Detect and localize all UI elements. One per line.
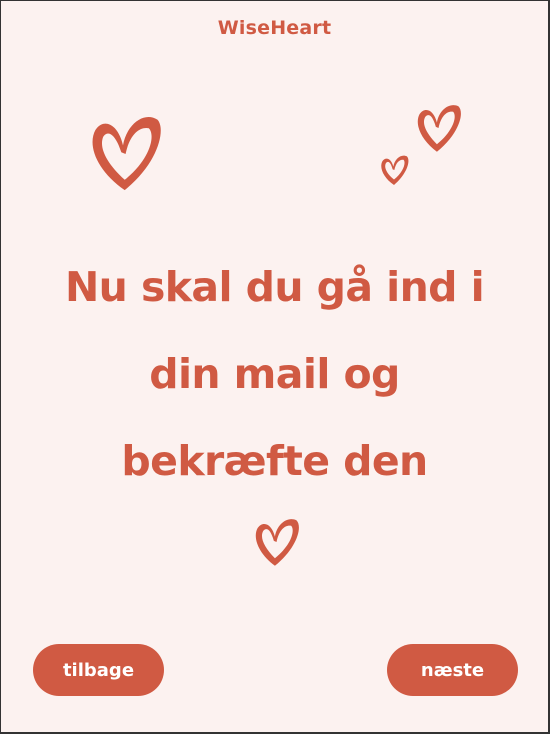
next-button[interactable]: næste [387, 644, 518, 696]
brand-logo-text: WiseHeart [217, 17, 332, 39]
heading-line-2: din mail og [149, 350, 400, 398]
screen: WiseHeart Nu skal du gå ind i din mail o… [1, 1, 548, 732]
heart-icon-tiny [381, 155, 409, 185]
back-button[interactable]: tilbage [33, 644, 164, 696]
heading-line-1: Nu skal du gå ind i [64, 263, 485, 311]
heart-icon-bottom [255, 519, 299, 566]
heart-icon-small-top [417, 105, 461, 152]
instruction-heading: Nu skal du gå ind i din mail og bekræfte… [1, 244, 548, 505]
heart-icon-large [92, 116, 161, 191]
heading-line-3: bekræfte den [121, 437, 428, 485]
